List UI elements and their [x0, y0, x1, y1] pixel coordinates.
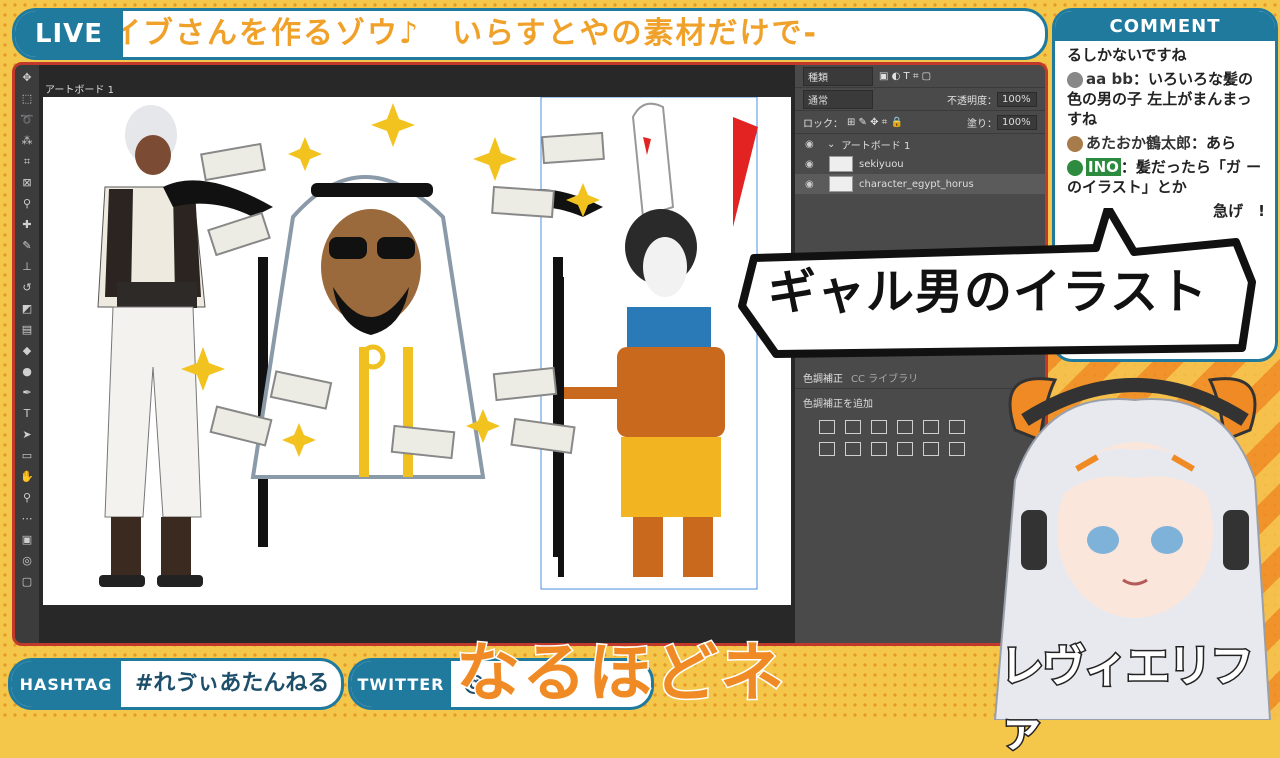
- artboard-illustrations: [97, 96, 758, 590]
- color-swatch-icon[interactable]: ▣: [20, 533, 34, 547]
- bw-icon[interactable]: [845, 442, 861, 456]
- layer-thumbnail: [829, 156, 853, 172]
- comment-author: aa bb: [1086, 70, 1133, 88]
- blur-tool-icon[interactable]: ◆: [20, 344, 34, 358]
- eyedropper-tool-icon[interactable]: ⚲: [20, 197, 34, 211]
- blend-row: 通常 不透明度： 100%: [795, 88, 1045, 111]
- vibrance-icon[interactable]: [923, 420, 939, 434]
- comment-item: あたおか鶴太郎：あら: [1067, 133, 1265, 153]
- artboard-group-row[interactable]: ◉ ⌄ アートボード 1: [795, 134, 1045, 154]
- live-badge: LIVE: [15, 11, 123, 57]
- dodge-tool-icon[interactable]: ●: [20, 365, 34, 379]
- more-tools-icon[interactable]: ⋯: [20, 512, 34, 526]
- hue-icon[interactable]: [949, 420, 965, 434]
- path-select-icon[interactable]: ➤: [20, 428, 34, 442]
- photo-filter-icon[interactable]: [871, 442, 887, 456]
- chevron-down-icon[interactable]: ⌄: [827, 139, 835, 150]
- avatar: [1067, 135, 1083, 152]
- caption-text: なるほどネ: [455, 636, 786, 713]
- avatar: [1067, 159, 1083, 176]
- lasso-tool-icon[interactable]: ➰: [20, 113, 34, 127]
- tool-bar: ✥ ⬚ ➰ ⁂ ⌗ ⊠ ⚲ ✚ ✎ ⊥ ↺ ◩ ▤ ◆ ● ✒ T ➤ ▭ ✋ …: [15, 65, 39, 643]
- stamp-tool-icon[interactable]: ⊥: [20, 260, 34, 274]
- layer-name: character_egypt_horus: [859, 178, 974, 190]
- twitter-label: TWITTER: [351, 661, 451, 707]
- comment-item: aa bb：いろいろな髪の色の男の子 左上がまんまっすね: [1067, 70, 1253, 128]
- screen-mode-icon[interactable]: ▢: [20, 575, 34, 589]
- type-tool-icon[interactable]: T: [20, 407, 34, 421]
- channel-mixer-icon[interactable]: [897, 442, 913, 456]
- fill-field[interactable]: 100%: [997, 114, 1037, 130]
- layer-thumbnail: [829, 176, 853, 192]
- lock-icons[interactable]: ⊞ ✎ ✥ ⌗ 🔒: [847, 117, 903, 128]
- opacity-field[interactable]: 100%: [997, 91, 1037, 107]
- hashtag-value: #れゔぃあたんねる: [135, 671, 330, 696]
- layer-filter-row: 種類 ▣ ◐ T ⌗ ▢: [795, 65, 1045, 88]
- eye-icon[interactable]: ◉: [805, 159, 819, 170]
- comment-author: あたおか鶴太郎: [1086, 134, 1192, 152]
- heal-tool-icon[interactable]: ✚: [20, 218, 34, 232]
- history-brush-icon[interactable]: ↺: [20, 281, 34, 295]
- title-bar: イブさんを作るゾウ♪ いらすとやの素材だけで- LIVE: [12, 8, 1048, 60]
- tab-adjustments[interactable]: 色調補正: [803, 370, 843, 385]
- tab-cc-library[interactable]: CC ライブラリ: [851, 370, 918, 385]
- quick-mask-icon[interactable]: ◎: [20, 554, 34, 568]
- stream-title: イブさんを作るゾウ♪ いらすとやの素材だけで-: [111, 16, 818, 51]
- blend-mode-select[interactable]: 通常: [803, 89, 873, 109]
- curves-icon[interactable]: [871, 420, 887, 434]
- artboard-label: アートボード 1: [45, 85, 114, 96]
- comment-text: あら: [1206, 134, 1237, 152]
- hand-tool-icon[interactable]: ✋: [20, 470, 34, 484]
- lock-label: ロック：: [803, 118, 843, 130]
- invert-icon[interactable]: [949, 442, 965, 456]
- zoom-tool-icon[interactable]: ⚲: [20, 491, 34, 505]
- levels-icon[interactable]: [845, 420, 861, 434]
- brightness-icon[interactable]: [819, 420, 835, 434]
- speech-bubble-text: ギャル男のイラスト: [767, 264, 1209, 320]
- move-tool-icon[interactable]: ✥: [20, 71, 34, 85]
- comment-text: るしかないですね: [1067, 46, 1187, 64]
- wand-tool-icon[interactable]: ⁂: [20, 134, 34, 148]
- filter-icons[interactable]: ▣ ◐ T ⌗ ▢: [879, 71, 931, 82]
- layer-row-sekiyuou[interactable]: ◉ sekiyuou: [795, 154, 1045, 174]
- eye-icon[interactable]: ◉: [805, 179, 819, 190]
- artboard[interactable]: [43, 96, 791, 605]
- shape-tool-icon[interactable]: ▭: [20, 449, 34, 463]
- comment-list: るしかないですね aa bb：いろいろな髪の色の男の子 左上がまんまっすね あた…: [1055, 41, 1275, 221]
- eraser-tool-icon[interactable]: ◩: [20, 302, 34, 316]
- frame-tool-icon[interactable]: ⊠: [20, 176, 34, 190]
- hashtag-bar: HASHTAG #れゔぃあたんねる: [8, 658, 344, 710]
- exposure-icon[interactable]: [897, 420, 913, 434]
- comment-header: COMMENT: [1055, 11, 1275, 41]
- gradient-tool-icon[interactable]: ▤: [20, 323, 34, 337]
- brush-tool-icon[interactable]: ✎: [20, 239, 34, 253]
- character-left[interactable]: [97, 105, 206, 587]
- lookup-icon[interactable]: [923, 442, 939, 456]
- comment-author: INO: [1086, 158, 1121, 176]
- artboard-group-name: アートボード 1: [841, 140, 911, 152]
- hashtag-label: HASHTAG: [11, 661, 121, 707]
- layer-row-horus[interactable]: ◉ character_egypt_horus: [795, 174, 1045, 194]
- color-balance-icon[interactable]: [819, 442, 835, 456]
- fill-label: 塗り：: [967, 118, 997, 130]
- layer-name: sekiyuou: [859, 158, 904, 170]
- marquee-tool-icon[interactable]: ⬚: [20, 92, 34, 106]
- avatar: [1067, 71, 1083, 88]
- channel-logo: レヴィエリファ: [999, 640, 1256, 758]
- eye-icon[interactable]: ◉: [805, 139, 819, 150]
- layer-kind-select[interactable]: 種類: [803, 66, 873, 86]
- crop-tool-icon[interactable]: ⌗: [20, 155, 34, 169]
- character-horus[interactable]: [540, 96, 758, 590]
- pen-tool-icon[interactable]: ✒: [20, 386, 34, 400]
- lock-row: ロック： ⊞ ✎ ✥ ⌗ 🔒 塗り： 100%: [795, 111, 1045, 134]
- opacity-label: 不透明度：: [947, 95, 997, 107]
- comment-item: るしかないですね: [1067, 45, 1265, 65]
- comment-item: INO ：髪だったら「ガ ーのイラスト」とか: [1067, 158, 1262, 196]
- canvas-area[interactable]: アートボード 1: [39, 65, 795, 643]
